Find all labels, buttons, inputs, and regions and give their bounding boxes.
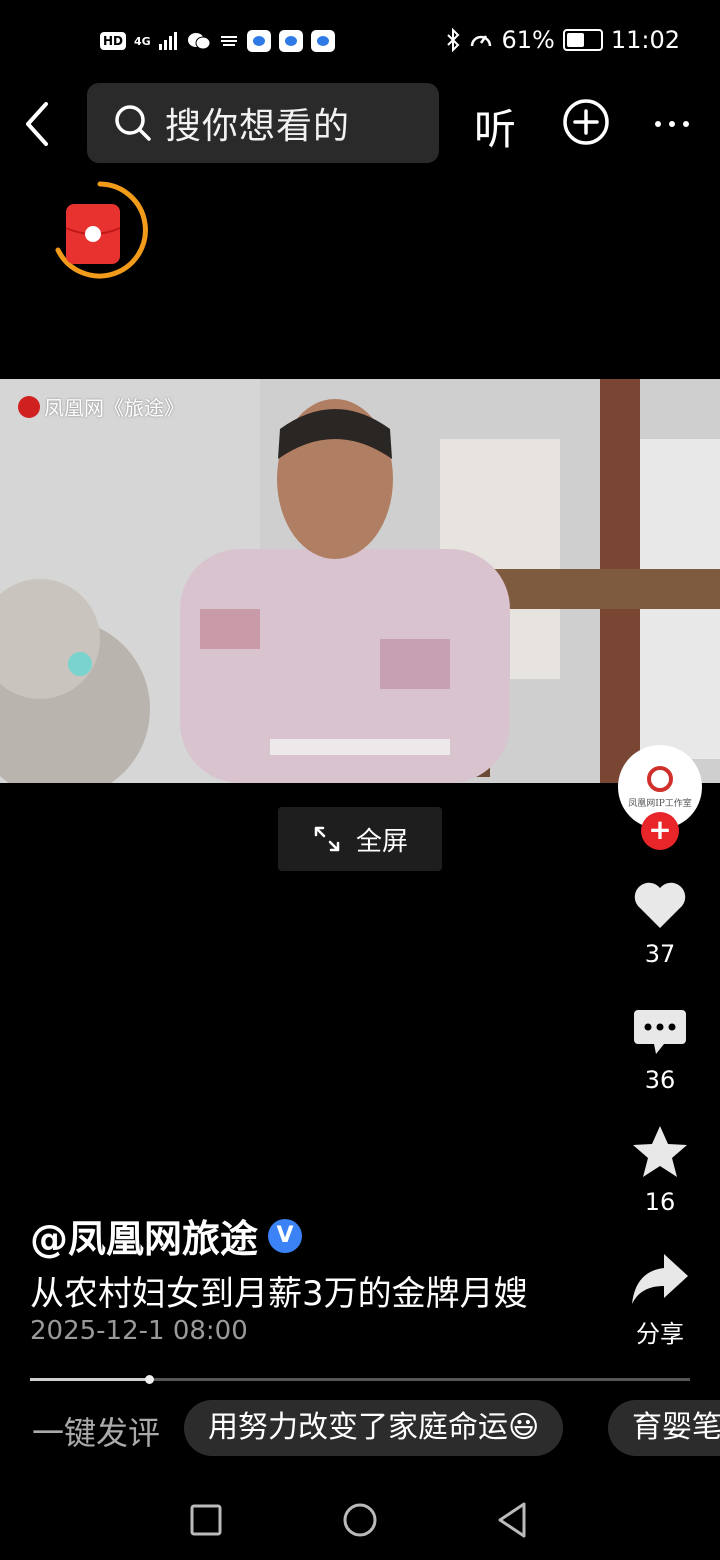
status-bar: HD 4G 61% 11:02 (0, 22, 720, 62)
network-label: 4G (134, 34, 151, 48)
red-packet-icon[interactable] (52, 178, 148, 282)
quick-comment-chip[interactable]: 育婴笔 (608, 1400, 720, 1456)
progress-fill (30, 1378, 149, 1381)
baidu-icon (246, 30, 271, 52)
hd-indicator: HD (100, 32, 127, 50)
star-icon (633, 1126, 687, 1177)
bluetooth-icon (447, 28, 460, 52)
watermark-text: 凤凰网《旅途》 (44, 396, 184, 420)
signal-icon (158, 32, 177, 50)
verified-badge-icon: V (268, 1218, 303, 1253)
author-name[interactable]: @凤凰网旅途 V (30, 1208, 303, 1263)
search-input[interactable]: 搜你想看的 (87, 83, 439, 163)
link-icon (220, 36, 237, 46)
nav-home-icon[interactable] (340, 1500, 380, 1540)
share-icon (632, 1254, 688, 1304)
expand-icon (314, 826, 340, 852)
comment-icon (634, 1010, 686, 1054)
add-circle-icon[interactable] (562, 98, 610, 146)
search-placeholder: 搜你想看的 (165, 106, 351, 147)
speed-icon (471, 35, 492, 47)
comment-button[interactable]: 36 (620, 1006, 700, 1094)
battery-icon (562, 29, 603, 51)
ifeng-logo-icon (647, 765, 673, 792)
follow-button[interactable]: + (641, 812, 679, 850)
share-label: 分享 (636, 1320, 684, 1348)
comment-count: 36 (644, 1066, 676, 1094)
video-watermark: 凤凰网《旅途》 (18, 392, 184, 421)
wechat-icon (187, 33, 211, 50)
status-left-icons: HD 4G (100, 30, 335, 52)
back-arrow-icon[interactable] (20, 100, 60, 148)
clock: 11:02 (610, 26, 680, 54)
quick-comment-label: 一键发评 (32, 1414, 161, 1452)
favorite-count: 16 (644, 1188, 676, 1216)
avatar-caption: 凤凰网IP工作室 (628, 798, 692, 809)
video-frame (0, 379, 720, 783)
post-date: 2025-12-1 08:00 (30, 1316, 248, 1346)
baidu-icon (278, 30, 303, 52)
like-count: 37 (644, 940, 676, 968)
search-icon (115, 105, 151, 141)
quick-comment-chip[interactable]: 用努力改变了家庭命运😃 (184, 1400, 564, 1456)
author-handle[interactable]: @凤凰网旅途 (30, 1208, 258, 1263)
video-player[interactable] (0, 379, 720, 783)
ifeng-logo-icon (18, 395, 40, 418)
nav-recents-icon[interactable] (188, 1500, 224, 1540)
status-right-icons: 61% 11:02 (445, 26, 680, 54)
share-button[interactable]: 分享 (620, 1250, 700, 1349)
video-title: 从农村妇女到月薪3万的金牌月嫂 (30, 1274, 528, 1314)
fullscreen-button[interactable]: 全屏 (278, 807, 442, 871)
battery-percent: 61% (501, 26, 555, 54)
favorite-button[interactable]: 16 (620, 1124, 700, 1216)
baidu-icon (310, 30, 335, 52)
heart-icon (634, 882, 686, 928)
progress-knob[interactable] (144, 1375, 154, 1384)
like-button[interactable]: 37 (620, 878, 700, 968)
nav-back-icon[interactable] (494, 1500, 530, 1540)
more-icon[interactable] (652, 104, 692, 144)
fullscreen-label: 全屏 (355, 826, 408, 857)
listen-button[interactable]: 听 (474, 96, 516, 157)
progress-bar[interactable] (30, 1375, 690, 1384)
